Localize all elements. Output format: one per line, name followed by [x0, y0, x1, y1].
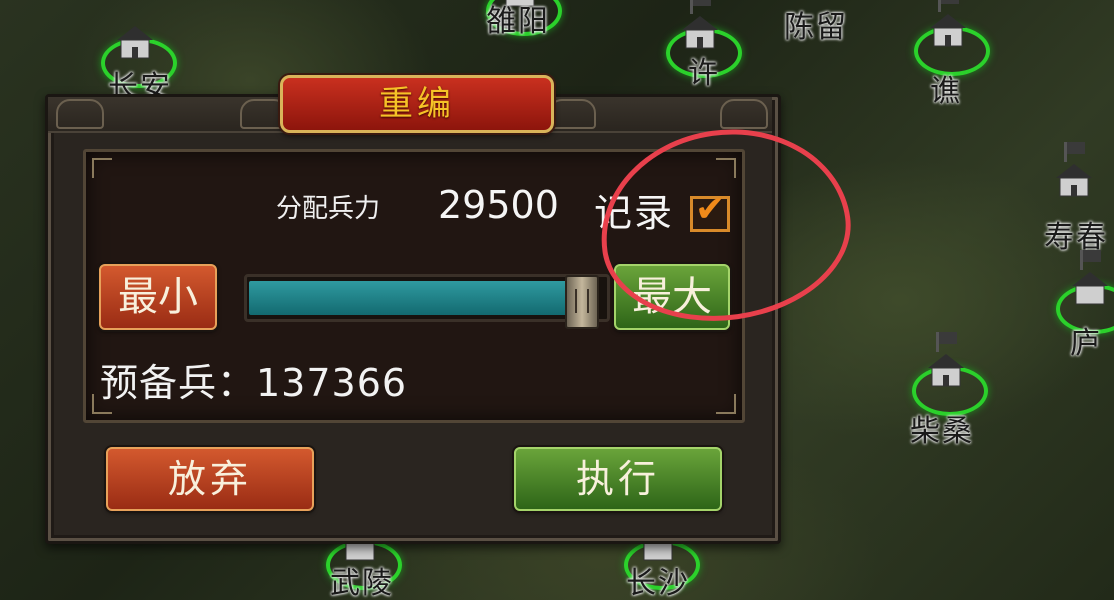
troop-slider[interactable] [244, 274, 610, 329]
castle-icon [1056, 164, 1092, 197]
allocate-troops-value: 29500 [438, 183, 559, 227]
city-label-lu: 庐 [1070, 326, 1102, 361]
city-label-chenliu: 陈留 [784, 10, 848, 45]
castle-icon [117, 26, 153, 59]
city-label-chaisang: 柴桑 [910, 414, 974, 449]
city-label-qiao: 谯 [930, 74, 962, 109]
slider-handle[interactable] [565, 275, 599, 329]
abandon-button[interactable]: 放弃 [106, 447, 314, 511]
ornament-right [720, 99, 768, 129]
execute-button[interactable]: 执行 [514, 447, 722, 511]
ornament-right-inner [548, 99, 596, 129]
ornament-left [56, 99, 104, 129]
dialog-title-plate: 重编 [280, 75, 554, 133]
corner-ornament [92, 158, 112, 178]
city-label-wuling: 武陵 [330, 566, 394, 600]
dialog-title: 重编 [379, 84, 455, 124]
city-label-luoyang: 雒阳 [486, 4, 550, 39]
reserve-troops-text: 预备兵：137366 [100, 361, 408, 405]
castle-icon [682, 16, 718, 49]
castle-icon [1072, 272, 1108, 305]
min-button[interactable]: 最小 [99, 264, 217, 330]
slider-fill [249, 281, 583, 315]
city-label-changsha: 长沙 [626, 566, 690, 600]
castle-icon [930, 14, 966, 47]
allocate-troops-label: 分配兵力 [276, 194, 381, 224]
castle-icon [928, 354, 964, 387]
city-label-xu: 许 [688, 56, 720, 91]
corner-ornament [716, 394, 736, 414]
